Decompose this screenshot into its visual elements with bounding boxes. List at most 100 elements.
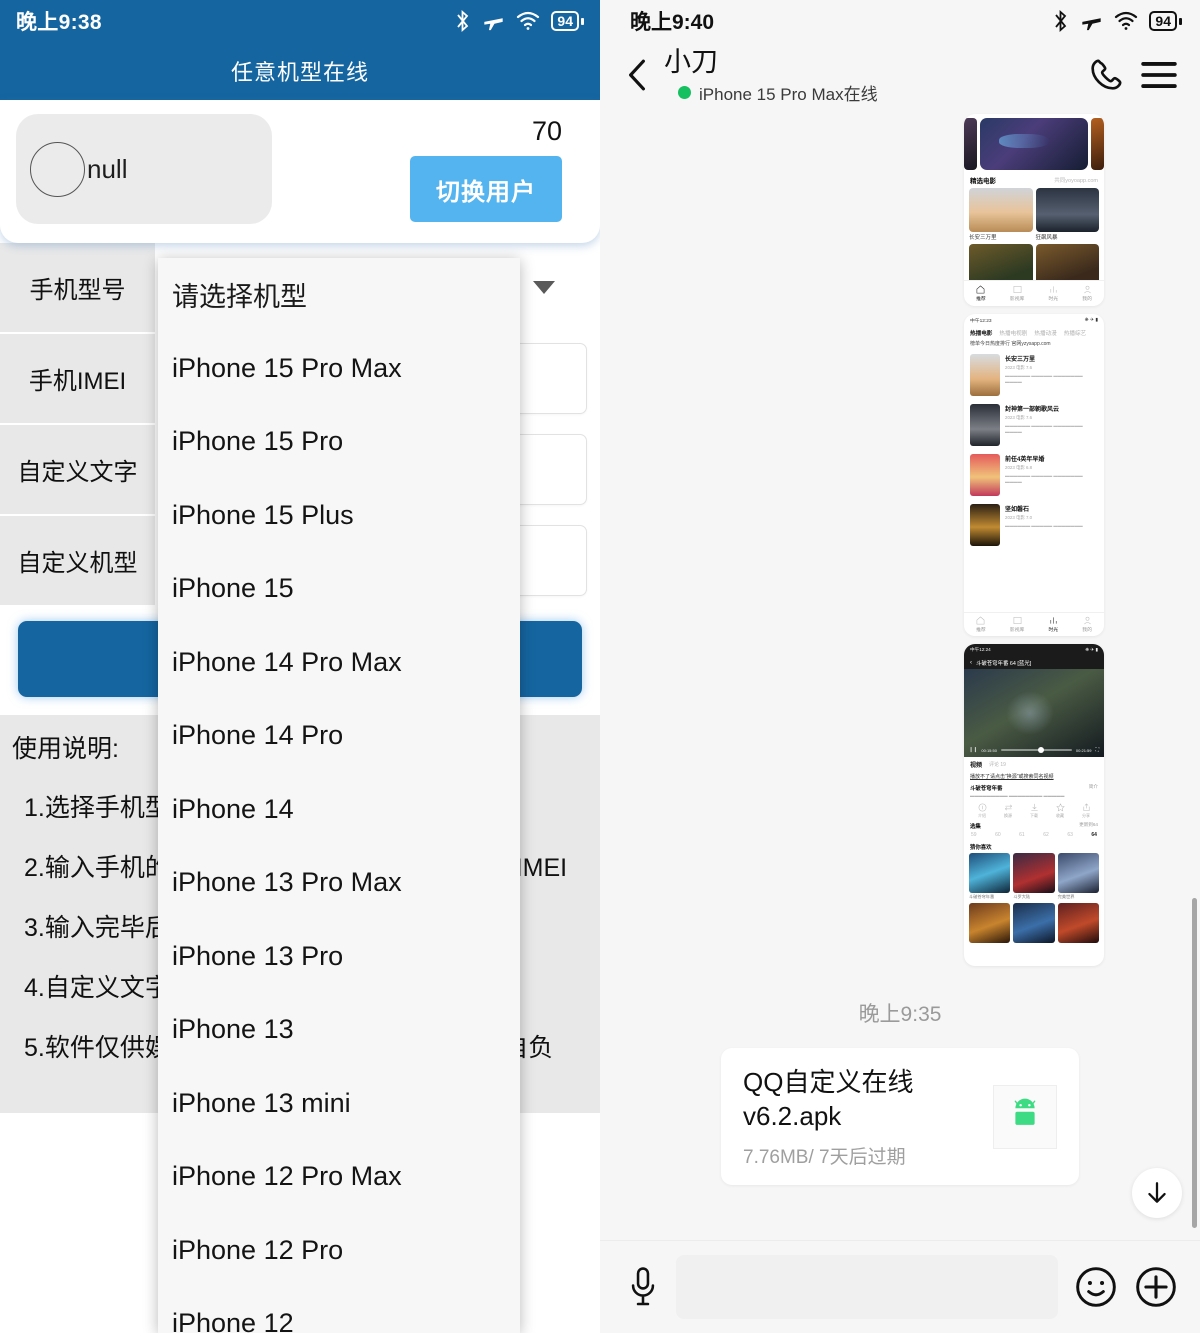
action-share: 分享: [1082, 803, 1091, 819]
tab-label: 热播电影: [970, 331, 993, 337]
dropdown-option-iphone-13-mini[interactable]: iPhone 13 mini: [158, 1067, 520, 1141]
hamburger-menu-icon[interactable]: [1140, 58, 1178, 92]
dropdown-option-iphone-13[interactable]: iPhone 13: [158, 993, 520, 1067]
battery-level: 94: [557, 12, 573, 29]
item-sub: 2023 电影 6.8: [1005, 465, 1033, 470]
bottom-tabbar: 推荐 影视库 时光 我的: [964, 612, 1104, 636]
action-label: 收藏: [1056, 813, 1064, 818]
message-row-image: 精选电影 共同yoyoapp.com 长安三万里 狂飙风暴 推荐 影视库 时光 …: [600, 114, 1200, 314]
phone-call-icon[interactable]: [1086, 54, 1126, 96]
movie-poster: [969, 188, 1033, 232]
app-title: 任意机型在线: [230, 60, 369, 85]
movie-home-screenshot[interactable]: 精选电影 共同yoyoapp.com 长安三万里 狂飙风暴 推荐 影视库 时光 …: [964, 114, 1104, 306]
action-favorite: 收藏: [1055, 803, 1065, 819]
tab-library: 影视库: [1010, 616, 1024, 633]
dropdown-option-iphone-13-pro[interactable]: iPhone 13 Pro: [158, 920, 520, 994]
smiley-face-icon[interactable]: [1074, 1265, 1118, 1309]
plus-circle-icon[interactable]: [1134, 1265, 1178, 1309]
user-identity-box[interactable]: null: [16, 114, 272, 224]
play-pause-icon: ❙❙: [969, 747, 978, 753]
right-chat-panel: 晚上9:40 94 小刀 iPhone 15 Pro Max在线 精选电影 共同…: [600, 0, 1200, 1333]
chat-message-list[interactable]: 精选电影 共同yoyoapp.com 长安三万里 狂飙风暴 推荐 影视库 时光 …: [600, 108, 1200, 1240]
dropdown-header: 请选择机型: [172, 282, 307, 313]
action-intro: 介绍: [978, 803, 987, 819]
dropdown-option-iphone-15-plus[interactable]: iPhone 15 Plus: [158, 479, 520, 553]
dropdown-option-iphone-14[interactable]: iPhone 14: [158, 773, 520, 847]
airplane-icon: [1082, 18, 1102, 31]
total-time: 00:21:59: [1075, 747, 1092, 753]
switch-user-button[interactable]: 切换用户: [410, 156, 562, 222]
chevron-down-icon: [533, 281, 555, 294]
poster: [970, 354, 1000, 396]
dropdown-option-iphone-14-pro-max[interactable]: iPhone 14 Pro Max: [158, 626, 520, 700]
dropdown-option-iphone-12[interactable]: iPhone 12: [158, 1287, 520, 1333]
online-status-dot: [678, 85, 691, 99]
item-desc: ▬▬▬▬▬▬ ▬▬▬▬▬ ▬▬▬▬▬▬▬: [1005, 523, 1083, 528]
tab-label: 我的: [1082, 297, 1092, 302]
inner-clock: 中午12:23: [970, 319, 992, 324]
dropdown-option-iphone-15[interactable]: iPhone 15: [158, 552, 520, 626]
tab-label: 推荐: [976, 628, 986, 633]
dropdown-option-iphone-15-pro[interactable]: iPhone 15 Pro: [158, 405, 520, 479]
tab-ranking: 时光: [1048, 616, 1058, 633]
message-row-file: QQ自定义在线 v6.2.apk 7.76MB/ 7天后过期: [600, 1048, 1200, 1185]
message-input[interactable]: [676, 1255, 1058, 1319]
inner-status-bar: 中午12:24 ❋ ✈ ▮: [964, 644, 1104, 656]
file-info: QQ自定义在线 v6.2.apk 7.76MB/ 7天后过期: [743, 1065, 993, 1169]
rec-poster: [1013, 853, 1055, 893]
item-desc: ▬▬▬▬▬▬ ▬▬▬▬▬ ▬▬▬▬▬▬▬ ▬▬▬▬: [1005, 373, 1083, 384]
avatar: [30, 141, 85, 197]
microphone-icon[interactable]: [626, 1264, 660, 1310]
poster: [970, 454, 1000, 496]
episode-chip: 61: [1019, 832, 1025, 838]
dropdown-option-iphone-12-pro[interactable]: iPhone 12 Pro: [158, 1214, 520, 1288]
episodes-label: 选集: [970, 824, 981, 830]
chat-scrollbar[interactable]: [1192, 898, 1197, 1228]
qq-battery-level: 94: [1155, 13, 1171, 29]
show-title: 斗破苍穹年番: [970, 786, 1003, 792]
rec-poster: [969, 903, 1011, 943]
inner-status-bar: 中午12:23 ❋ ✈ ▮: [964, 314, 1104, 327]
tab-home: 推荐: [976, 285, 986, 302]
action-label: 换源: [1004, 813, 1012, 818]
player-tabs: 视频 评论 19: [964, 757, 1104, 772]
tab-label: 影视库: [1009, 297, 1025, 302]
scroll-to-bottom-button[interactable]: [1132, 1168, 1182, 1218]
video-player-screenshot[interactable]: 中午12:24 ❋ ✈ ▮ ‹ 斗破苍穹年番 64 [蓝光] ❙❙ 00:15:…: [964, 644, 1104, 966]
qq-status-clock: 晚上9:40: [630, 11, 715, 34]
rec-caption: 斗破苍穹年番: [969, 894, 995, 899]
ranking-item: 长安三万里 2023 电影 7.6 ▬▬▬▬▬▬ ▬▬▬▬▬ ▬▬▬▬▬▬▬ ▬…: [964, 350, 1104, 400]
app-status-bar: 晚上9:38 94: [0, 0, 600, 42]
tab-label: 我的: [1082, 628, 1092, 633]
section-link: 共同yoyoapp.com: [1054, 178, 1098, 184]
back-chevron-icon[interactable]: [624, 58, 650, 92]
tab-library: 影视库: [1010, 285, 1024, 302]
item-title: 坚如磐石: [1005, 507, 1030, 513]
dropdown-option-iphone-14-pro[interactable]: iPhone 14 Pro: [158, 699, 520, 773]
movie-ranking-screenshot[interactable]: 中午12:23 ❋ ✈ ▮ 热播电影 热播电视剧 热播动漫 热播综艺 榜单今日热…: [964, 314, 1104, 636]
peer-info[interactable]: 小刀 iPhone 15 Pro Max在线: [664, 46, 1072, 105]
message-row-image: 中午12:23 ❋ ✈ ▮ 热播电影 热播电视剧 热播动漫 热播综艺 榜单今日热…: [600, 314, 1200, 644]
bottom-tabbar: 推荐 影视库 时光 我的: [964, 280, 1104, 306]
ranking-item: 前任4英年早婚 2023 电影 6.8 ▬▬▬▬▬▬ ▬▬▬▬▬ ▬▬▬▬▬▬▬…: [964, 450, 1104, 500]
chart-icon: [1050, 286, 1057, 293]
inner-clock: 中午12:24: [970, 647, 991, 652]
item-sub: 2023 电影 7.6: [1005, 365, 1033, 370]
file-message-bubble[interactable]: QQ自定义在线 v6.2.apk 7.76MB/ 7天后过期: [721, 1048, 1079, 1185]
file-name: QQ自定义在线 v6.2.apk: [743, 1066, 914, 1131]
dropdown-option-iphone-12-pro-max[interactable]: iPhone 12 Pro Max: [158, 1140, 520, 1214]
phone-model-dropdown[interactable]: 请选择机型 iPhone 15 Pro Max iPhone 15 Pro iP…: [158, 258, 520, 1333]
dropdown-option-iphone-15-pro-max[interactable]: iPhone 15 Pro Max: [158, 332, 520, 406]
player-navbar: ‹ 斗破苍穹年番 64 [蓝光]: [964, 656, 1104, 669]
dropdown-option-iphone-13-pro-max[interactable]: iPhone 13 Pro Max: [158, 846, 520, 920]
tab-label: 热播电视剧: [999, 331, 1028, 337]
bluetooth-icon: [457, 10, 469, 32]
category-tabs: 热播电影 热播电视剧 热播动漫 热播综艺: [964, 327, 1104, 338]
section-header: 精选电影 共同yoyoapp.com: [964, 170, 1104, 188]
item-title: 前任4英年早婚: [1005, 457, 1045, 463]
tab-profile: 我的: [1082, 285, 1092, 302]
peer-name: 小刀: [664, 46, 718, 77]
movie-poster: [1035, 188, 1099, 232]
star-icon: [1055, 803, 1065, 812]
action-download: 下载: [1030, 803, 1039, 819]
